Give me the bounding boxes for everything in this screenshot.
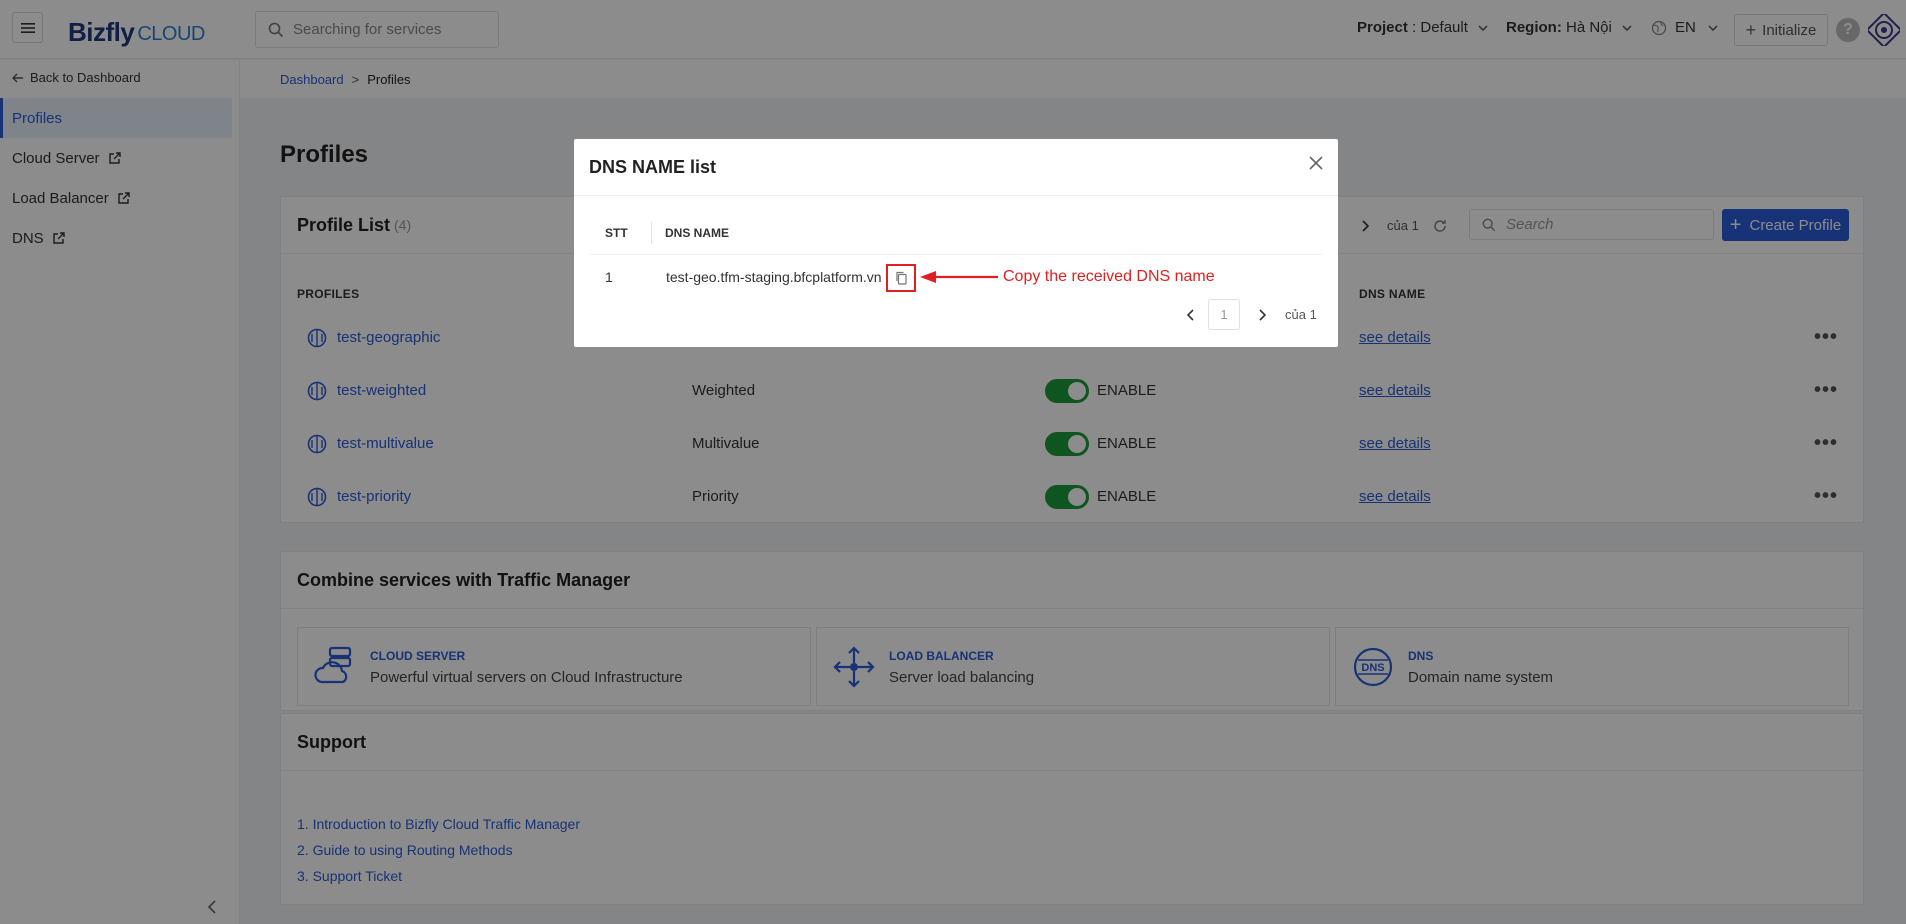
copy-dns-button[interactable] [886, 264, 916, 292]
modal-title: DNS NAME list [574, 139, 1338, 196]
column-header-dns-name: DNS NAME [665, 226, 730, 240]
chevron-left-icon[interactable] [1187, 309, 1195, 321]
dns-name-list-modal: DNS NAME list STT DNS NAME 1 test-geo.tf… [574, 139, 1338, 347]
close-icon[interactable] [1308, 155, 1324, 171]
header-divider [590, 254, 1322, 255]
column-header-stt: STT [605, 226, 628, 240]
row-dns-name: test-geo.tfm-staging.bfcplatform.vn [666, 269, 882, 285]
page-number-input[interactable]: 1 [1208, 299, 1240, 330]
annotation-arrow-icon [920, 271, 998, 283]
copy-icon [896, 271, 907, 285]
page-of-label: của 1 [1285, 307, 1317, 322]
row-stt: 1 [605, 269, 613, 285]
annotation-label: Copy the received DNS name [1003, 268, 1215, 285]
column-divider [651, 222, 652, 244]
chevron-right-icon[interactable] [1258, 309, 1266, 321]
